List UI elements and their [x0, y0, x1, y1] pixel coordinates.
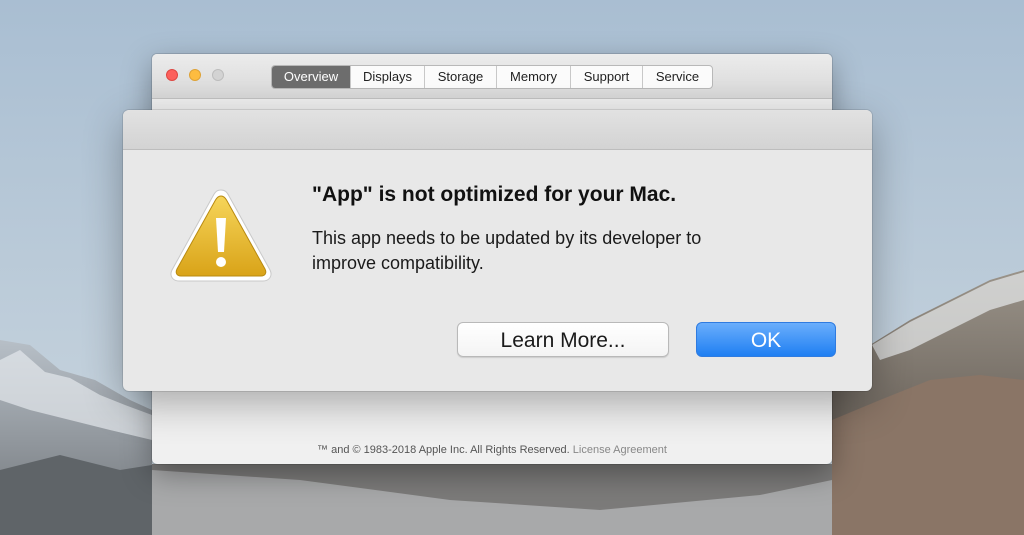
license-agreement-link[interactable]: License Agreement — [573, 444, 667, 456]
tab-displays[interactable]: Displays — [351, 66, 425, 88]
tab-memory[interactable]: Memory — [497, 66, 571, 88]
tab-service[interactable]: Service — [643, 66, 712, 88]
learn-more-button[interactable]: Learn More... — [457, 322, 669, 357]
warning-icon — [168, 186, 274, 284]
alert-message-line: This app needs to be updated by its deve… — [312, 228, 702, 248]
alert-message-line: improve compatibility. — [312, 253, 484, 273]
window-titlebar[interactable]: Overview Displays Storage Memory Support… — [152, 54, 832, 99]
ok-button[interactable]: OK — [696, 322, 836, 357]
minimize-window-button[interactable] — [189, 69, 201, 81]
tab-storage[interactable]: Storage — [425, 66, 497, 88]
close-window-button[interactable] — [166, 69, 178, 81]
tab-overview[interactable]: Overview — [272, 66, 351, 88]
alert-title: "App" is not optimized for your Mac. — [312, 183, 677, 206]
copyright-footer: ™ and © 1983-2018 Apple Inc. All Rights … — [152, 444, 832, 456]
alert-dialog: "App" is not optimized for your Mac. Thi… — [123, 110, 872, 391]
tab-bar: Overview Displays Storage Memory Support… — [271, 65, 713, 89]
tab-support[interactable]: Support — [571, 66, 643, 88]
alert-message: This app needs to be updated by its deve… — [312, 226, 812, 276]
dialog-titlebar — [123, 110, 872, 150]
zoom-window-button[interactable] — [212, 69, 224, 81]
copyright-text: ™ and © 1983-2018 Apple Inc. All Rights … — [317, 444, 570, 456]
